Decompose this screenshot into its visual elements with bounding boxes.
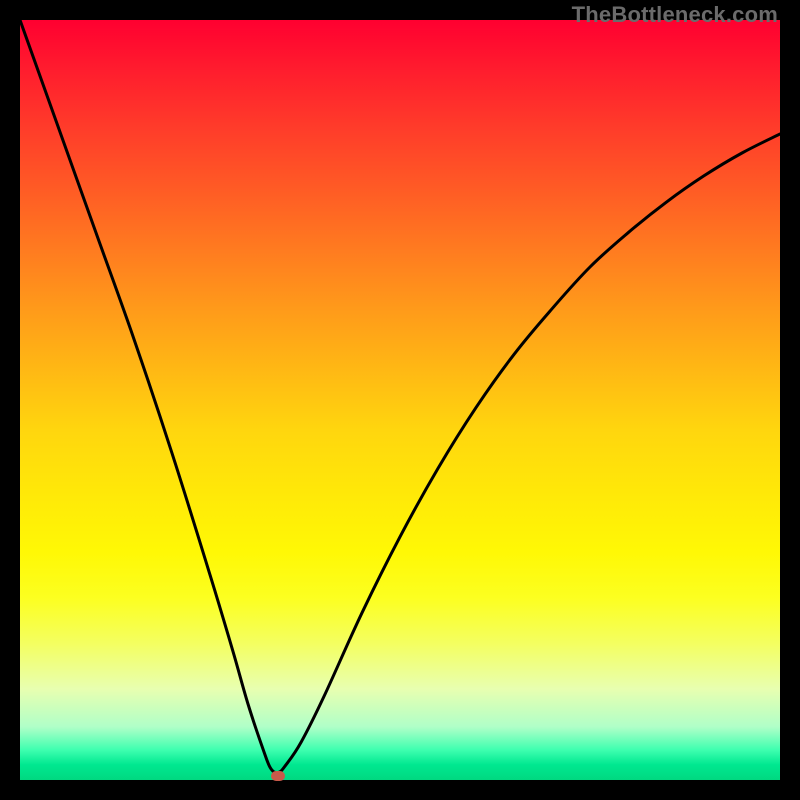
optimal-point-marker [271, 771, 285, 781]
attribution-text: TheBottleneck.com [572, 2, 778, 28]
bottleneck-curve [20, 20, 780, 780]
plot-area [20, 20, 780, 780]
chart-frame: TheBottleneck.com [0, 0, 800, 800]
